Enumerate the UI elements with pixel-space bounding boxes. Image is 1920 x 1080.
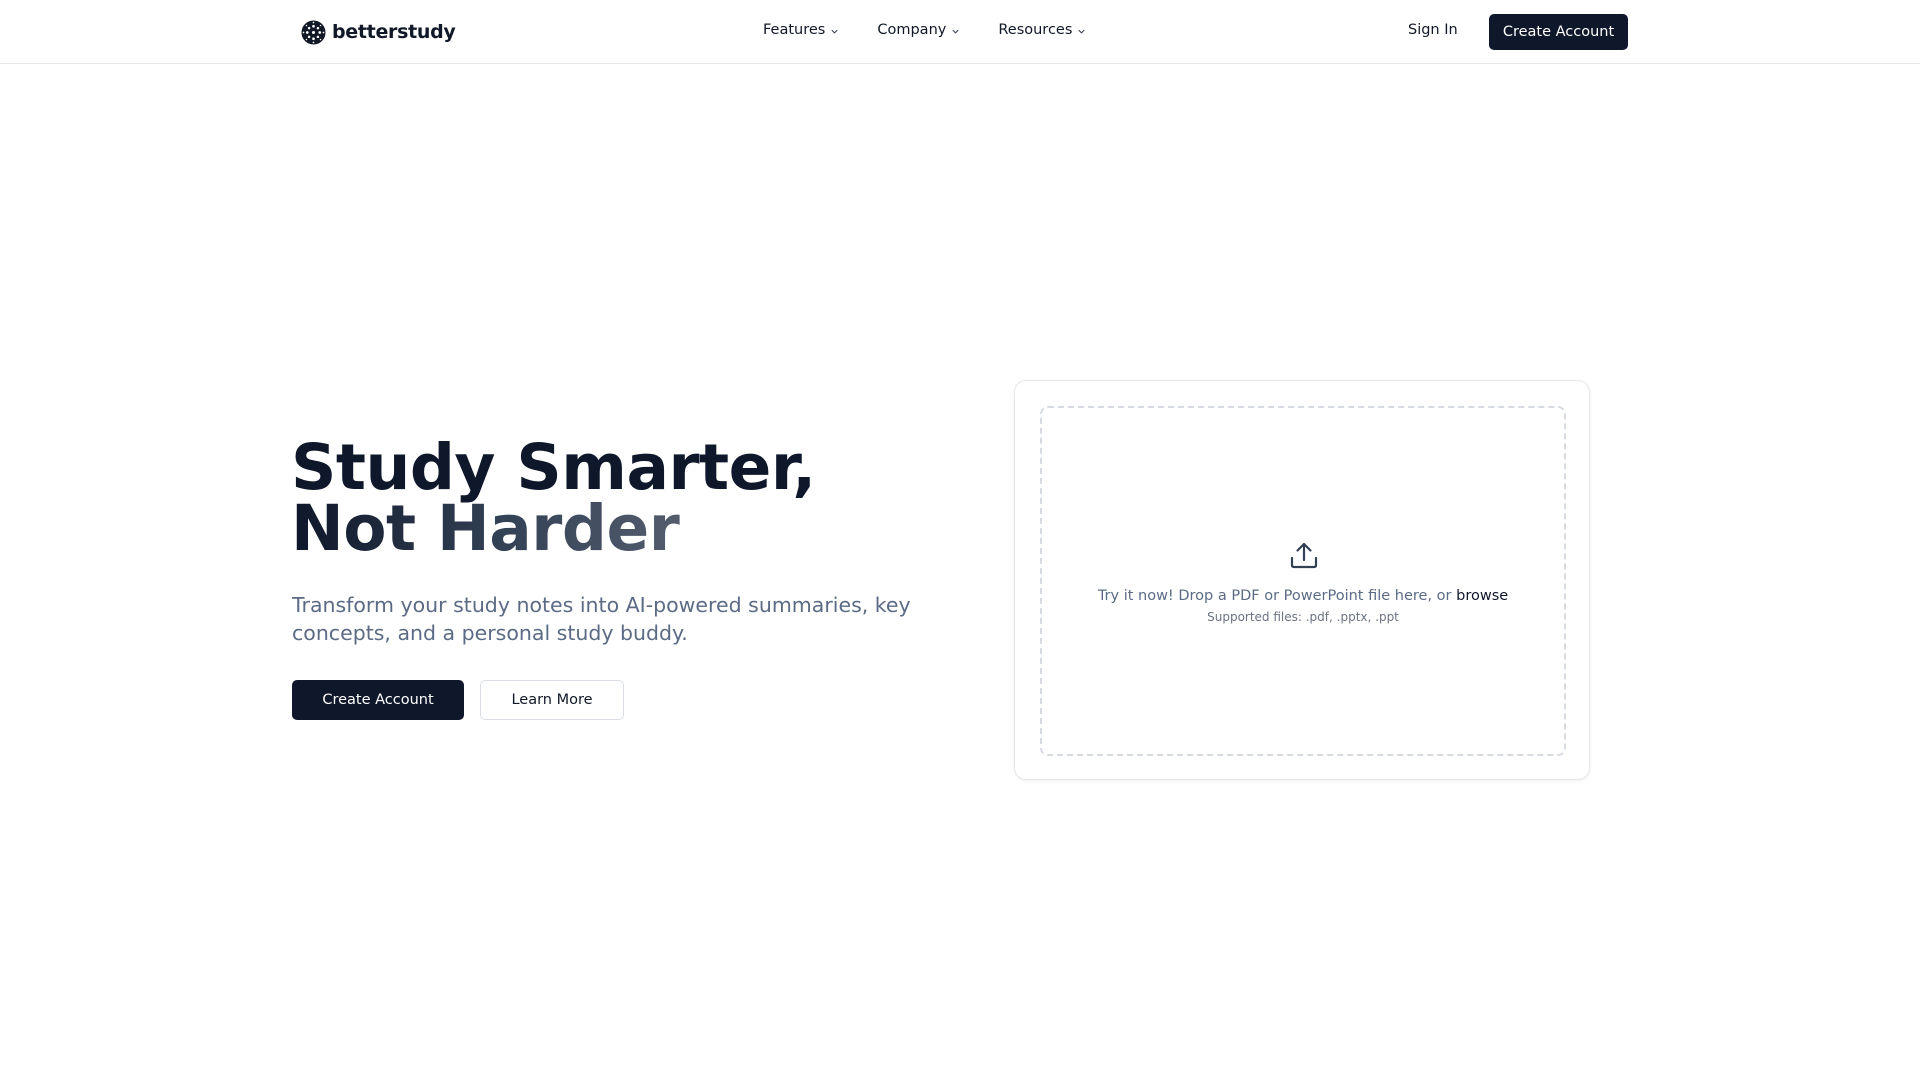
create-account-button[interactable]: Create Account [1489, 14, 1628, 50]
nav-item-features[interactable]: Features [763, 22, 839, 38]
upload-card: Try it now! Drop a PDF or PowerPoint fil… [1014, 380, 1590, 780]
hero-subtitle: Transform your study notes into AI-power… [292, 593, 911, 645]
hero-title-line-2: Not Harder [291, 497, 816, 560]
dropzone-prompt-text: Try it now! Drop a PDF or PowerPoint fil… [1097, 588, 1452, 604]
nav-item-company[interactable]: Company [877, 22, 960, 38]
chevron-down-icon [1078, 29, 1085, 34]
upload-icon [1290, 542, 1318, 569]
sign-in-link[interactable]: Sign In [1408, 22, 1458, 38]
file-dropzone[interactable]: Try it now! Drop a PDF or PowerPoint fil… [1040, 406, 1566, 756]
learn-more-button[interactable]: Learn More [480, 680, 624, 720]
nav-item-label: Features [763, 22, 826, 38]
logo-icon [301, 19, 326, 45]
hero-title-line-1: Study Smarter, [291, 431, 816, 504]
nav-item-resources[interactable]: Resources [998, 22, 1086, 38]
main-nav: Features Company Resources [763, 22, 1124, 38]
nav-item-label: Company [877, 22, 947, 38]
chevron-down-icon [952, 29, 959, 34]
chevron-down-icon [831, 29, 838, 34]
hero-create-account-button[interactable]: Create Account [292, 680, 464, 720]
hero-title: Study Smarter, Not Harder [291, 431, 816, 560]
brand-logo[interactable]: betterstudy [301, 19, 456, 45]
browse-link[interactable]: browse [1456, 588, 1508, 604]
dropzone-prompt: Try it now! Drop a PDF or PowerPoint fil… [1042, 588, 1564, 604]
brand-name: betterstudy [332, 21, 456, 43]
nav-item-label: Resources [998, 22, 1073, 38]
top-navbar: betterstudy Features Company Resources S… [0, 0, 1920, 64]
supported-files-hint: Supported files: .pdf, .pptx, .ppt [1207, 610, 1399, 624]
